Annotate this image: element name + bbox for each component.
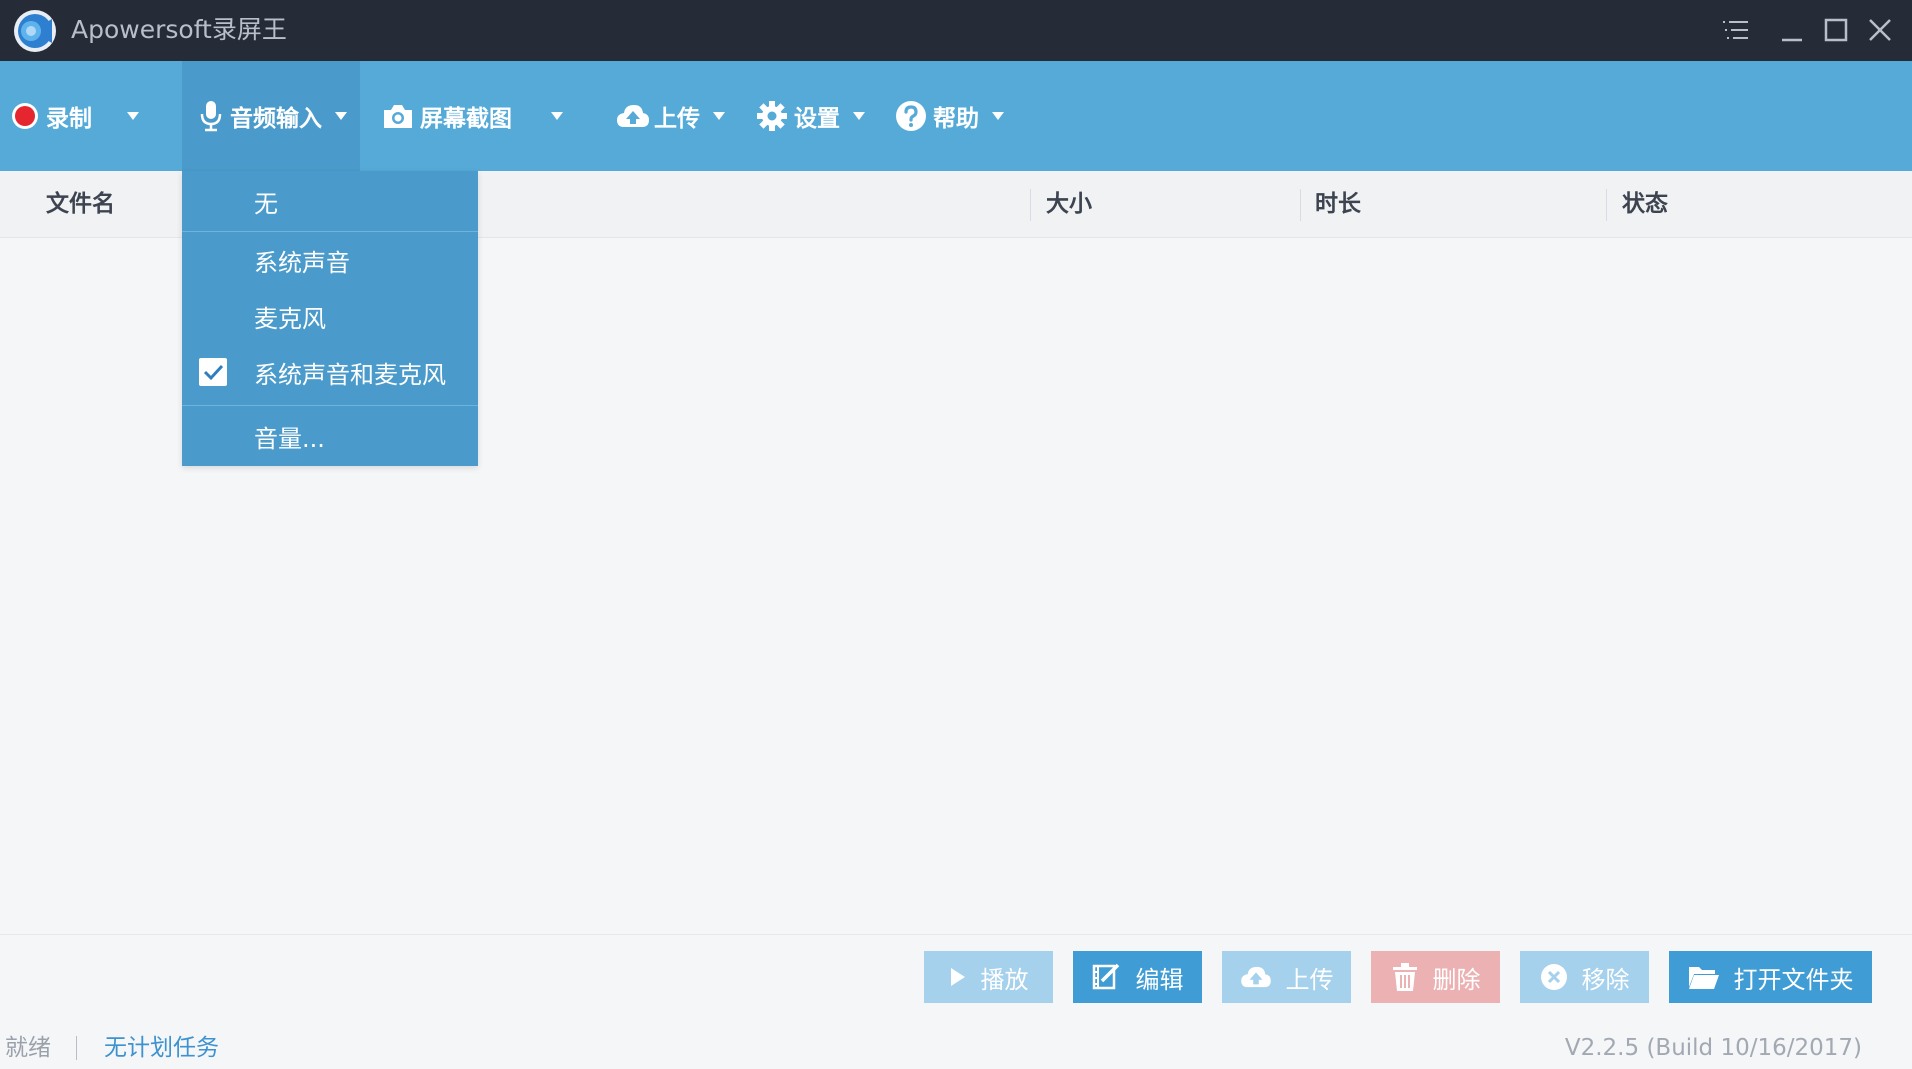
upload-menu-label: 上传 — [654, 106, 700, 132]
close-icon[interactable] — [1862, 12, 1898, 48]
column-divider — [1606, 189, 1607, 221]
audio-input-button[interactable]: 音频输入 — [182, 61, 360, 171]
version-text: V2.2.5 (Build 10/16/2017) — [1564, 1035, 1862, 1061]
settings-button[interactable]: 设置 — [756, 61, 872, 171]
edit-button[interactable]: 编辑 — [1073, 951, 1202, 1003]
open-folder-button[interactable]: 打开文件夹 — [1669, 951, 1872, 1003]
screenshot-dropdown-caret-icon[interactable] — [550, 111, 564, 121]
menu-list-icon[interactable] — [1718, 12, 1754, 48]
audio-input-menu: 无 系统声音 麦克风 系统声音和麦克风 音量... — [182, 171, 478, 466]
scheduled-tasks-link[interactable]: 无计划任务 — [104, 1032, 219, 1064]
maximize-icon[interactable] — [1818, 12, 1854, 48]
remove-label: 移除 — [1581, 965, 1630, 994]
column-divider — [1300, 189, 1301, 221]
audio-input-label: 音频输入 — [230, 106, 322, 132]
column-header-filename[interactable]: 文件名 — [46, 171, 115, 238]
play-icon — [950, 968, 965, 986]
record-dropdown-caret-icon[interactable] — [126, 111, 140, 121]
edit-icon — [1092, 963, 1119, 990]
camera-icon — [384, 105, 412, 128]
record-label: 录制 — [46, 106, 92, 132]
folder-icon — [1688, 967, 1719, 989]
audio-option-system-sound[interactable]: 系统声音 — [182, 232, 478, 288]
audio-option-volume[interactable]: 音量... — [182, 406, 478, 466]
upload-menu-button[interactable]: 上传 — [616, 61, 732, 171]
audio-input-dropdown-caret-icon[interactable] — [334, 111, 348, 121]
screenshot-button[interactable]: 屏幕截图 — [382, 61, 572, 171]
status-divider — [76, 1036, 77, 1060]
record-icon — [12, 103, 38, 129]
upload-button[interactable]: 上传 — [1222, 951, 1351, 1003]
edit-label: 编辑 — [1135, 965, 1184, 994]
audio-option-system-and-microphone[interactable]: 系统声音和麦克风 — [182, 344, 478, 400]
main-toolbar: 录制 音频输入 屏幕截图 上传 设置 帮助 — [0, 61, 1912, 171]
audio-option-label: 麦克风 — [254, 304, 326, 333]
open-folder-label: 打开文件夹 — [1733, 965, 1854, 994]
column-header-duration[interactable]: 时长 — [1315, 171, 1361, 238]
cloud-upload-icon — [617, 105, 649, 127]
help-dropdown-caret-icon[interactable] — [991, 111, 1005, 121]
remove-button[interactable]: 移除 — [1520, 951, 1649, 1003]
microphone-icon — [200, 101, 222, 132]
column-header-status[interactable]: 状态 — [1622, 171, 1668, 238]
title-bar: Apowersoft录屏王 — [0, 0, 1912, 61]
audio-option-label: 无 — [254, 189, 278, 218]
delete-button[interactable]: 删除 — [1371, 951, 1500, 1003]
play-label: 播放 — [980, 965, 1029, 994]
upload-dropdown-caret-icon[interactable] — [712, 111, 726, 121]
column-divider — [1030, 189, 1031, 221]
footer-divider — [0, 934, 1912, 935]
checkmark-icon — [199, 358, 227, 386]
help-button[interactable]: 帮助 — [895, 61, 1011, 171]
delete-label: 删除 — [1432, 965, 1481, 994]
audio-option-label: 系统声音 — [254, 248, 350, 277]
column-header-size[interactable]: 大小 — [1046, 171, 1092, 238]
record-button[interactable]: 录制 — [0, 61, 172, 171]
settings-label: 设置 — [794, 106, 840, 132]
app-logo-icon — [12, 8, 58, 54]
audio-option-label: 音量... — [254, 424, 325, 453]
trash-icon — [1392, 963, 1417, 991]
audio-option-none[interactable]: 无 — [182, 171, 478, 231]
screenshot-label: 屏幕截图 — [420, 106, 512, 132]
status-ready-text: 就绪 — [5, 1035, 51, 1061]
upload-label: 上传 — [1285, 965, 1334, 994]
remove-circle-icon — [1540, 964, 1567, 990]
help-label: 帮助 — [933, 106, 979, 132]
gear-icon — [757, 101, 787, 131]
play-button[interactable]: 播放 — [924, 951, 1053, 1003]
settings-dropdown-caret-icon[interactable] — [852, 111, 866, 121]
audio-option-microphone[interactable]: 麦克风 — [182, 288, 478, 344]
app-title: Apowersoft录屏王 — [71, 15, 287, 44]
minimize-icon[interactable] — [1774, 12, 1810, 48]
audio-option-label: 系统声音和麦克风 — [254, 360, 446, 389]
help-icon — [896, 101, 926, 131]
cloud-upload-icon — [1240, 966, 1271, 988]
